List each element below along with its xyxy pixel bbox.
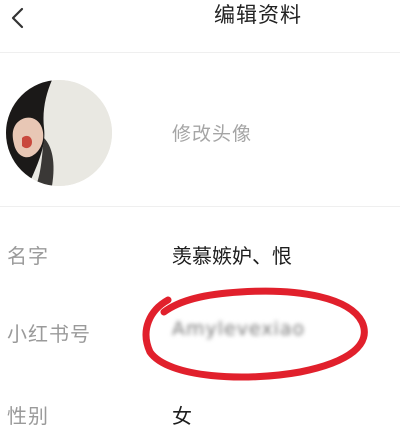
xhs-id-value[interactable]: Amylevexiao — [172, 318, 305, 340]
change-avatar-label[interactable]: 修改头像 — [172, 119, 252, 146]
gender-value[interactable]: 女 — [172, 400, 192, 429]
gender-label: 性别 — [7, 404, 49, 428]
name-label: 名字 — [7, 244, 49, 268]
top-bar: 编辑资料 — [0, 0, 400, 36]
avatar-image — [6, 80, 112, 186]
avatar[interactable] — [6, 80, 112, 186]
red-annotation-circle — [142, 287, 368, 381]
avatar-divider — [0, 206, 400, 207]
name-value[interactable]: 羡慕嫉妒、恨 — [172, 240, 292, 269]
back-button[interactable] — [0, 0, 36, 36]
page-title: 编辑资料 — [214, 3, 302, 27]
header-divider — [0, 52, 400, 53]
chevron-left-icon — [11, 7, 24, 29]
xhs-id-label: 小红书号 — [7, 322, 91, 346]
